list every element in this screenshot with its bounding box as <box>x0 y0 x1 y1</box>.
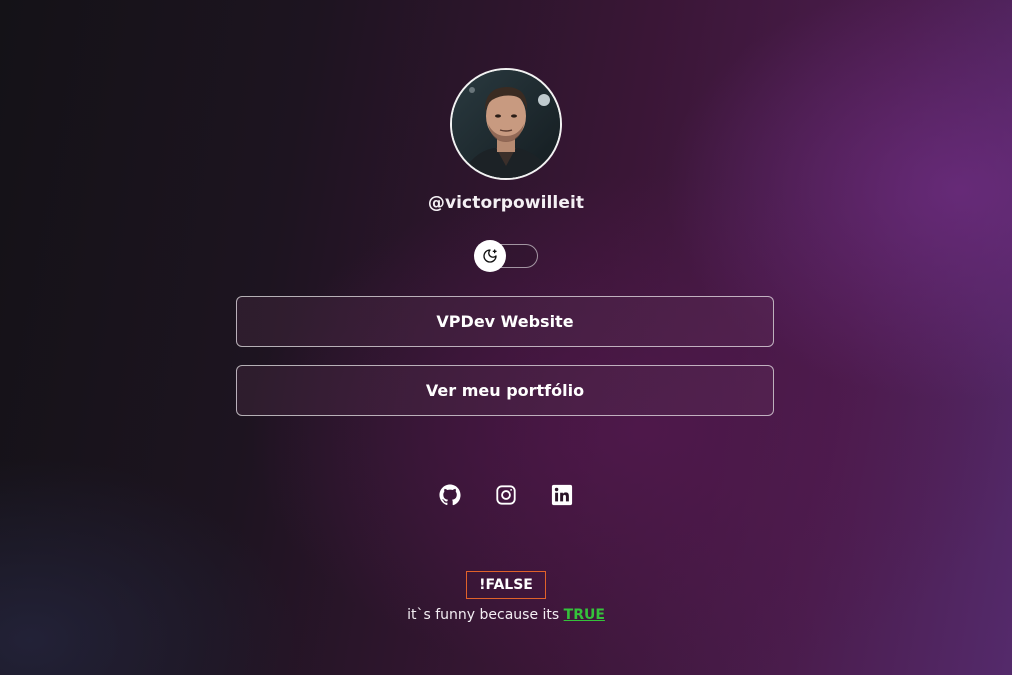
github-icon <box>439 484 461 506</box>
linkedin-icon <box>551 484 573 506</box>
moon-icon <box>483 249 497 263</box>
vpdev-website-button[interactable]: VPDev Website <box>236 296 774 347</box>
instagram-link[interactable] <box>495 484 517 506</box>
joke-prefix: it`s funny because its <box>407 607 564 623</box>
joke-text: it`s funny because its TRUE <box>0 607 1012 623</box>
toggle-knob[interactable] <box>474 240 506 272</box>
linkedin-link[interactable] <box>551 484 573 506</box>
false-badge: !FALSE <box>466 571 546 599</box>
portfolio-button[interactable]: Ver meu portfólio <box>236 365 774 416</box>
username: @victorpowilleit <box>427 193 585 213</box>
theme-toggle[interactable] <box>474 240 538 272</box>
true-link[interactable]: TRUE <box>564 607 605 623</box>
instagram-icon <box>496 485 516 505</box>
github-link[interactable] <box>439 484 461 506</box>
social-links <box>439 484 573 506</box>
avatar <box>450 68 562 180</box>
